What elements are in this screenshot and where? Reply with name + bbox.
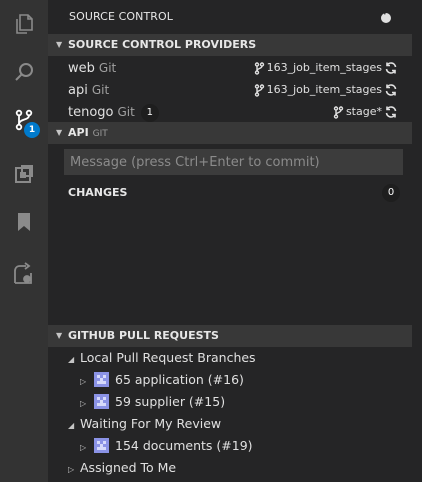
bookmark-icon[interactable] xyxy=(0,198,48,246)
api-section-header[interactable]: ▼ API GIT xyxy=(48,122,412,144)
avatar-icon xyxy=(94,438,109,453)
changes-count-badge: 0 xyxy=(382,184,400,202)
provider-type: Git xyxy=(117,105,135,119)
commit-message-input[interactable] xyxy=(64,149,403,175)
chevron-down-icon: ◢ xyxy=(68,421,75,430)
providers-section-title: SOURCE CONTROL PROVIDERS xyxy=(68,38,257,51)
provider-type: Git xyxy=(98,61,117,75)
pull-request-title: 65 application (#16) xyxy=(115,372,244,387)
tree-group-waiting-review[interactable]: ◢ Waiting For My Review xyxy=(68,413,221,435)
provider-row-tenogo[interactable]: tenogo Git 1 stage* xyxy=(48,101,412,123)
branch-status[interactable]: 163_job_item_stages xyxy=(254,79,382,101)
chevron-right-icon: ▷ xyxy=(80,377,87,386)
search-icon[interactable] xyxy=(0,48,48,96)
chevron-down-icon: ▼ xyxy=(56,331,63,340)
chevron-down-icon: ◢ xyxy=(68,355,75,364)
pull-request-title: 154 documents (#19) xyxy=(115,438,253,453)
source-control-sidebar: SOURCE CONTROL ▼ SOURCE CONTROL PROVIDER… xyxy=(48,0,422,482)
api-section-title: API xyxy=(68,126,89,139)
changes-group-label[interactable]: CHANGES xyxy=(68,186,127,199)
tree-group-label: Assigned To Me xyxy=(80,460,177,475)
provider-name: tenogo xyxy=(68,105,114,120)
branch-name: stage* xyxy=(345,105,382,118)
tree-group-label: Local Pull Request Branches xyxy=(80,350,256,365)
chevron-right-icon: ▷ xyxy=(80,443,87,452)
pr-section-title: GITHUB PULL REQUESTS xyxy=(68,329,219,342)
branch-icon xyxy=(254,61,264,75)
git-pull-icon[interactable] xyxy=(379,9,393,28)
source-control-badge: 1 xyxy=(24,122,40,138)
pull-request-title: 59 supplier (#15) xyxy=(115,394,226,409)
chevron-down-icon: ▼ xyxy=(56,40,63,49)
pull-request-item[interactable]: ▷ 59 supplier (#15) xyxy=(80,391,225,413)
api-section-title-wrap: API GIT xyxy=(68,122,108,145)
provider-type: Git xyxy=(91,83,110,97)
remote-explorer-icon[interactable] xyxy=(0,250,48,298)
api-section-subtitle: GIT xyxy=(92,129,108,139)
tree-group-local-branches[interactable]: ◢ Local Pull Request Branches xyxy=(68,347,256,369)
activity-bar: 1 xyxy=(0,0,48,482)
chevron-down-icon: ▼ xyxy=(56,128,63,137)
provider-row-api[interactable]: api Git 163_job_item_stages xyxy=(48,79,412,101)
provider-name: api xyxy=(68,83,88,98)
pull-request-item[interactable]: ▷ 65 application (#16) xyxy=(80,369,244,391)
branch-icon xyxy=(333,105,344,119)
pr-section-header[interactable]: ▼ GITHUB PULL REQUESTS xyxy=(48,325,412,347)
sidebar-title: SOURCE CONTROL xyxy=(69,10,174,23)
provider-name: web xyxy=(68,61,95,76)
chevron-right-icon: ▷ xyxy=(80,399,87,408)
provider-row-web[interactable]: web Git 163_job_item_stages xyxy=(48,57,412,79)
providers-section-header[interactable]: ▼ SOURCE CONTROL PROVIDERS xyxy=(48,34,412,56)
tree-group-assigned-to-me[interactable]: ▷ Assigned To Me xyxy=(68,457,176,479)
branch-name: 163_job_item_stages xyxy=(266,61,382,74)
branch-status[interactable]: 163_job_item_stages xyxy=(254,57,382,79)
files-icon[interactable] xyxy=(0,0,48,48)
avatar-icon xyxy=(94,372,109,387)
chevron-right-icon: ▷ xyxy=(68,465,75,474)
branch-name: 163_job_item_stages xyxy=(266,83,382,96)
source-control-icon[interactable] xyxy=(0,96,48,144)
extensions-icon[interactable] xyxy=(0,150,48,198)
pull-request-item[interactable]: ▷ 154 documents (#19) xyxy=(80,435,253,457)
branch-icon xyxy=(254,83,264,97)
branch-status[interactable]: stage* xyxy=(333,101,382,123)
changes-count-badge: 1 xyxy=(140,103,159,122)
avatar-icon xyxy=(94,394,109,409)
tree-group-label: Waiting For My Review xyxy=(80,416,222,431)
